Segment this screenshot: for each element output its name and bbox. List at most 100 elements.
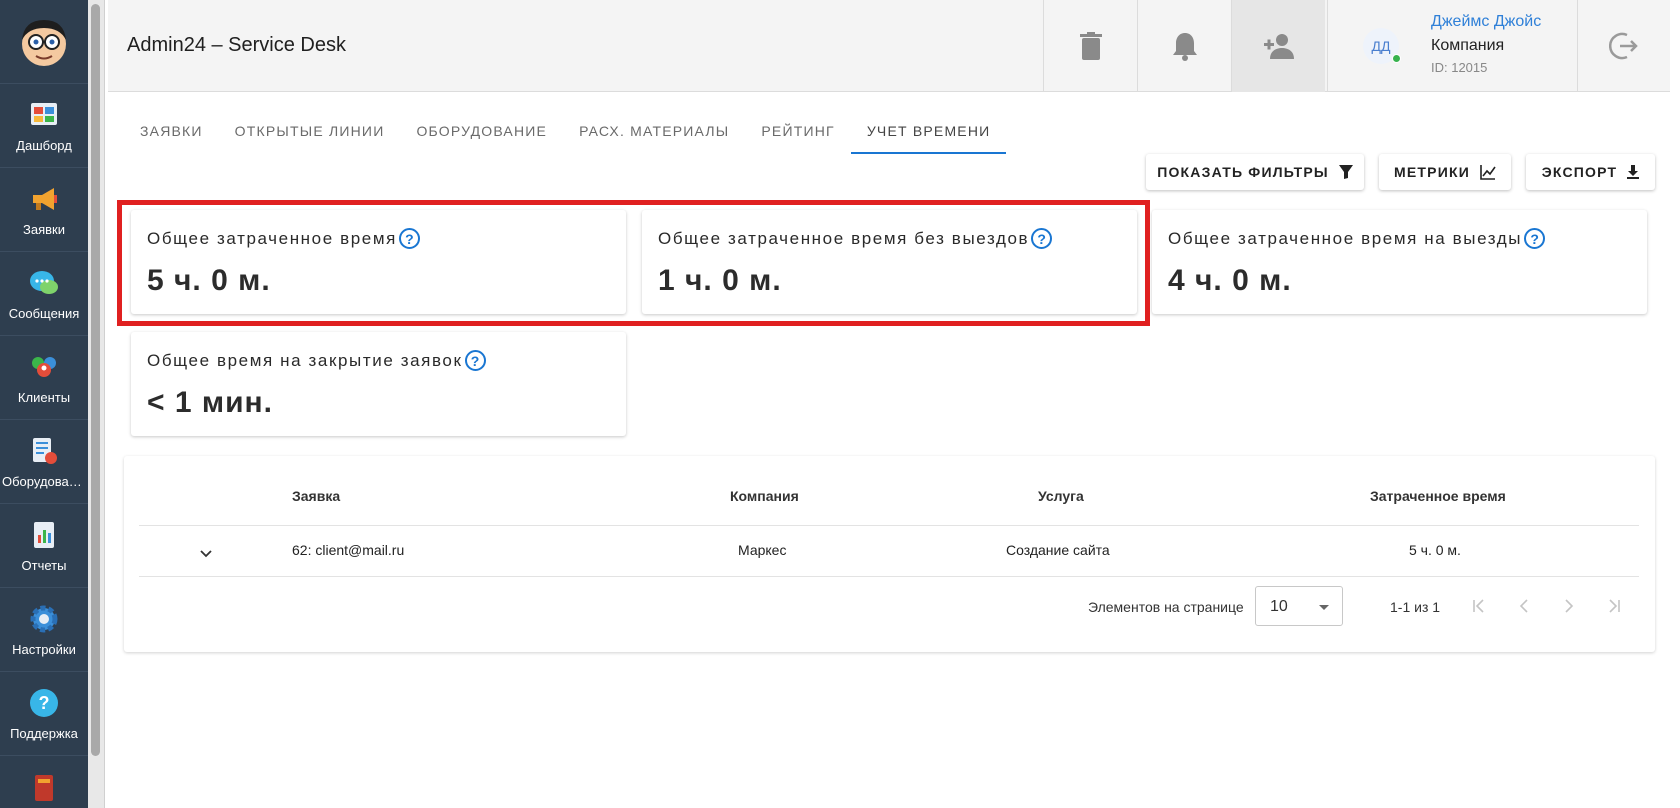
megaphone-icon xyxy=(27,182,61,216)
gear-icon xyxy=(27,602,61,636)
sidebar-item-tickets[interactable]: Заявки xyxy=(0,168,88,252)
app-window: Дашборд Заявки Сообщения Клиенты Оборудо xyxy=(0,0,1680,808)
stat-title-text: Общее время на закрытие заявок xyxy=(147,350,463,370)
column-header-service[interactable]: Услуга xyxy=(1038,488,1084,504)
sidebar-item-label: Клиенты xyxy=(17,390,71,405)
next-page-button[interactable] xyxy=(1557,594,1581,618)
stat-card-value: 4 ч. 0 м. xyxy=(1168,264,1292,297)
cell-ticket[interactable]: 62: client@mail.ru xyxy=(292,542,404,558)
pagination-range: 1-1 из 1 xyxy=(1390,599,1441,615)
last-page-icon xyxy=(1609,599,1620,613)
dropdown-caret-icon xyxy=(1319,605,1329,610)
trash-button[interactable] xyxy=(1043,0,1137,92)
help-icon[interactable]: ? xyxy=(1524,228,1546,249)
first-page-icon xyxy=(1473,599,1484,613)
sidebar-item-label: Поддержка xyxy=(10,726,78,741)
user-company: Компания xyxy=(1431,37,1505,54)
tab-rating[interactable]: РЕЙТИНГ xyxy=(745,110,850,154)
download-icon xyxy=(1627,165,1640,179)
add-user-button[interactable] xyxy=(1231,0,1325,92)
svg-text:?: ? xyxy=(39,693,50,713)
page-scrollbar[interactable] xyxy=(88,0,105,808)
metrics-button[interactable]: МЕТРИКИ xyxy=(1379,154,1511,190)
items-per-page-label: Элементов на странице xyxy=(1088,599,1244,615)
sidebar-item-dashboard[interactable]: Дашборд xyxy=(0,84,88,168)
items-per-page-value: 10 xyxy=(1270,598,1288,615)
export-button[interactable]: ЭКСПОРТ xyxy=(1526,154,1655,190)
export-label: ЭКСПОРТ xyxy=(1541,164,1618,180)
chevron-down-icon[interactable] xyxy=(200,545,212,563)
cell-time: 5 ч. 0 м. xyxy=(1409,542,1461,558)
show-filters-button[interactable]: ПОКАЗАТЬ ФИЛЬТРЫ xyxy=(1146,154,1364,190)
tab-time-tracking[interactable]: УЧЕТ ВРЕМЕНИ xyxy=(850,110,1007,154)
row-divider xyxy=(139,576,1639,577)
logout-icon xyxy=(1609,32,1638,60)
first-page-button[interactable] xyxy=(1467,594,1491,618)
bell-icon xyxy=(1172,33,1197,61)
chat-icon xyxy=(27,266,61,300)
stat-card-closing-time: Общее время на закрытие заявок ? < 1 мин… xyxy=(131,332,626,436)
user-name[interactable]: Джеймс Джойс xyxy=(1431,13,1541,31)
tab-consumables[interactable]: РАСХ. МАТЕРИАЛЫ xyxy=(563,110,745,154)
reports-icon xyxy=(27,518,61,552)
app-logo[interactable] xyxy=(0,0,88,84)
logout-button[interactable] xyxy=(1577,0,1670,92)
metrics-label: МЕТРИКИ xyxy=(1394,164,1470,180)
sidebar-item-label: Дашборд xyxy=(16,138,72,153)
stat-card-time-on-visits: Общее затраченное время на выезды ? 4 ч.… xyxy=(1152,210,1647,314)
column-header-ticket[interactable]: Заявка xyxy=(292,488,340,504)
highlight-frame xyxy=(117,200,1150,326)
time-tracking-table: Заявка Компания Услуга Затраченное время… xyxy=(124,456,1655,652)
column-header-time[interactable]: Затраченное время xyxy=(1370,488,1506,504)
user-id: ID: 12015 xyxy=(1431,60,1488,75)
cell-service: Создание сайта xyxy=(1006,542,1110,558)
help-icon[interactable]: ? xyxy=(464,350,486,371)
scrollbar-thumb[interactable] xyxy=(91,4,100,756)
tab-equipment[interactable]: ОБОРУДОВАНИЕ xyxy=(400,110,563,154)
column-header-company[interactable]: Компания xyxy=(730,488,799,504)
tab-open-lines[interactable]: ОТКРЫТЫЕ ЛИНИИ xyxy=(219,110,401,154)
dashboard-icon xyxy=(27,98,61,132)
app-title: Admin24 – Service Desk xyxy=(127,34,346,56)
sidebar: Дашборд Заявки Сообщения Клиенты Оборудо xyxy=(0,0,88,808)
stat-title-text: Общее затраченное время на выезды xyxy=(1168,228,1523,248)
sidebar-item-label: Заявки xyxy=(23,222,65,237)
stat-card-value: < 1 мин. xyxy=(147,386,273,419)
add-user-icon xyxy=(1263,34,1294,59)
online-status-dot xyxy=(1392,54,1401,63)
clients-icon xyxy=(27,350,61,384)
avatar-logo-icon xyxy=(22,19,66,66)
sidebar-item-messages[interactable]: Сообщения xyxy=(0,252,88,336)
sidebar-item-support[interactable]: ? Поддержка xyxy=(0,672,88,756)
sidebar-item-clients[interactable]: Клиенты xyxy=(0,336,88,420)
filter-icon xyxy=(1338,165,1353,179)
prev-page-button[interactable] xyxy=(1512,594,1536,618)
sidebar-item-label: Настройки xyxy=(12,642,76,657)
notifications-button[interactable] xyxy=(1137,0,1231,92)
stat-card-title: Общее затраченное время на выезды ? xyxy=(1168,228,1546,249)
book-icon xyxy=(27,770,61,804)
sidebar-item-more[interactable] xyxy=(0,756,88,808)
user-profile[interactable]: ДД Джеймс Джойс Компания ID: 12015 xyxy=(1327,0,1577,92)
chevron-right-icon xyxy=(1565,599,1574,613)
help-icon: ? xyxy=(27,686,61,720)
items-per-page-select[interactable]: 10 xyxy=(1255,586,1343,626)
stat-card-title: Общее время на закрытие заявок ? xyxy=(147,350,486,371)
header-divider xyxy=(139,525,1639,526)
show-filters-label: ПОКАЗАТЬ ФИЛЬТРЫ xyxy=(1157,164,1329,180)
sidebar-item-label: Сообщения xyxy=(8,306,80,321)
top-header: Admin24 – Service Desk ДД Джеймс Джойс К… xyxy=(108,0,1670,92)
sidebar-item-equipment[interactable]: Оборудован… xyxy=(0,420,88,504)
trash-icon xyxy=(1079,32,1102,60)
last-page-button[interactable] xyxy=(1602,594,1626,618)
tab-bar: ЗАЯВКИ ОТКРЫТЫЕ ЛИНИИ ОБОРУДОВАНИЕ РАСХ.… xyxy=(124,110,1007,154)
equipment-icon xyxy=(27,434,61,468)
sidebar-item-label: Отчеты xyxy=(21,558,67,573)
chart-line-icon xyxy=(1480,165,1496,180)
tab-tickets[interactable]: ЗАЯВКИ xyxy=(124,110,219,154)
sidebar-item-settings[interactable]: Настройки xyxy=(0,588,88,672)
sidebar-item-reports[interactable]: Отчеты xyxy=(0,504,88,588)
cell-company: Маркес xyxy=(738,542,787,558)
chevron-left-icon xyxy=(1519,599,1528,613)
sidebar-item-label: Оборудован… xyxy=(2,474,86,489)
